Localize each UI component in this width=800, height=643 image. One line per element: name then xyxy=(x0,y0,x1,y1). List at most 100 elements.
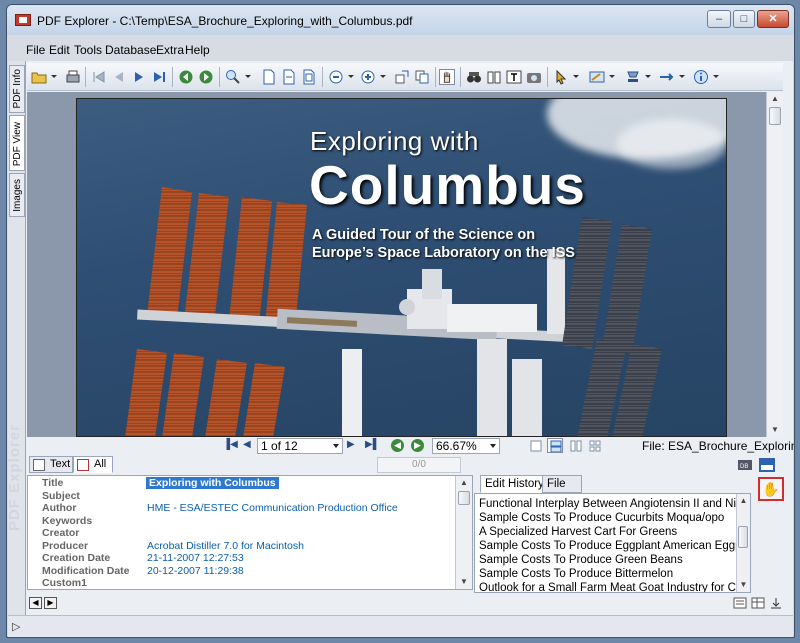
forward-icon[interactable]: ▶ xyxy=(411,439,424,452)
chevron-down-icon[interactable] xyxy=(573,75,579,78)
next-page-icon[interactable]: ▶ xyxy=(347,439,355,450)
prev-page-icon[interactable] xyxy=(111,69,127,85)
viewer-scrollbar[interactable]: ▲ ▼ xyxy=(766,92,783,437)
chevron-down-icon[interactable] xyxy=(609,75,615,78)
list-item[interactable]: Functional Interplay Between Angiotensin… xyxy=(479,497,750,511)
minimize-button[interactable]: – xyxy=(707,10,731,28)
chevron-down-icon[interactable] xyxy=(348,75,354,78)
tab-edit-history[interactable]: Edit History xyxy=(480,475,549,493)
save-db-icon[interactable] xyxy=(758,457,776,473)
next-page-icon[interactable] xyxy=(131,69,147,85)
export-icon[interactable] xyxy=(733,596,747,610)
last-page-icon[interactable]: ▶▌ xyxy=(365,439,380,450)
link-icon[interactable] xyxy=(659,69,675,85)
prev-record-icon[interactable]: ◀ xyxy=(29,597,42,609)
text-select-icon[interactable] xyxy=(506,69,522,85)
first-page-icon[interactable]: ▐◀ xyxy=(223,439,238,450)
download-icon[interactable] xyxy=(769,596,783,610)
list-item[interactable]: Outlook for a Small Farm Meat Goat Indus… xyxy=(479,581,750,592)
chevron-down-icon[interactable] xyxy=(713,75,719,78)
table-icon[interactable] xyxy=(751,596,765,610)
tab-file[interactable]: File xyxy=(542,475,582,493)
info-row-subject[interactable]: Subject xyxy=(28,490,456,502)
pointer-icon[interactable] xyxy=(553,69,569,85)
info-row-custom1[interactable]: Custom1 xyxy=(28,577,456,589)
info-row-keywords[interactable]: Keywords xyxy=(28,515,456,527)
tab-pdf-view[interactable]: PDF View xyxy=(9,115,25,171)
info-icon[interactable] xyxy=(693,69,709,85)
field-value[interactable]: HME - ESA/ESTEC Communication Production… xyxy=(147,502,398,514)
snapshot-icon[interactable] xyxy=(526,69,542,85)
binoculars-icon[interactable] xyxy=(466,69,482,85)
scroll-up-icon[interactable]: ▲ xyxy=(737,494,750,508)
facing-pages-icon[interactable] xyxy=(570,440,582,452)
rotate-icon[interactable] xyxy=(394,69,410,85)
play-icon[interactable]: ▷ xyxy=(12,620,20,633)
maximize-button[interactable]: □ xyxy=(733,10,755,28)
field-value[interactable]: Exploring with Columbus xyxy=(146,477,279,489)
list-item[interactable]: Sample Costs To Produce Green Beans xyxy=(479,553,683,567)
menu-database[interactable]: Database xyxy=(105,43,156,57)
info-scrollbar[interactable]: ▲ ▼ xyxy=(455,476,472,589)
scroll-down-icon[interactable]: ▼ xyxy=(767,423,783,437)
field-value[interactable]: Acrobat Distiller 7.0 for Macintosh xyxy=(147,540,304,552)
scroll-up-icon[interactable]: ▲ xyxy=(767,92,783,106)
single-page-icon[interactable] xyxy=(530,440,542,452)
hand-tool-icon[interactable] xyxy=(439,69,455,85)
info-row-title[interactable]: Title Exploring with Columbus xyxy=(28,477,456,489)
tab-text[interactable]: Text xyxy=(29,456,73,473)
print-icon[interactable] xyxy=(65,69,81,85)
list-item[interactable]: Sample Costs To Produce Bittermelon xyxy=(479,567,673,581)
open-folder-icon[interactable] xyxy=(31,69,47,85)
page-fit-icon[interactable] xyxy=(301,69,317,85)
zoom-out-icon[interactable] xyxy=(328,69,344,85)
tab-pdf-info[interactable]: PDF Info xyxy=(9,65,25,113)
prev-page-icon[interactable]: ◀ xyxy=(243,439,251,450)
list-item[interactable]: Sample Costs To Produce Eggplant America… xyxy=(479,539,750,553)
page-icon[interactable] xyxy=(261,69,277,85)
chevron-down-icon[interactable] xyxy=(245,75,251,78)
chevron-down-icon[interactable] xyxy=(645,75,651,78)
first-page-icon[interactable] xyxy=(91,69,107,85)
scroll-thumb[interactable] xyxy=(458,491,470,505)
back-icon[interactable]: ◀ xyxy=(391,439,404,452)
list-item[interactable]: Sample Costs To Produce Cucurbits Moqua/… xyxy=(479,511,724,525)
chevron-down-icon[interactable] xyxy=(380,75,386,78)
pdf-viewer[interactable]: Exploring with Columbus A Guided Tour of… xyxy=(27,92,783,437)
stamp-icon[interactable] xyxy=(625,69,641,85)
continuous-page-icon[interactable] xyxy=(547,438,563,453)
copy-icon[interactable] xyxy=(414,69,430,85)
page-selector[interactable]: 1 of 12 xyxy=(257,438,343,454)
scroll-down-icon[interactable]: ▼ xyxy=(456,575,472,589)
info-row-creation-date[interactable]: Creation Date 21-11-2007 12:27:53 xyxy=(28,552,456,564)
page-width-icon[interactable] xyxy=(281,69,297,85)
book-icon[interactable] xyxy=(486,69,502,85)
scroll-thumb[interactable] xyxy=(738,526,748,548)
scroll-down-icon[interactable]: ▼ xyxy=(737,578,750,592)
menu-extra[interactable]: Extra xyxy=(156,43,184,57)
menu-help[interactable]: Help xyxy=(185,43,210,57)
back-icon[interactable] xyxy=(178,69,194,85)
edit-icon[interactable] xyxy=(589,69,605,85)
tab-images[interactable]: Images xyxy=(9,173,25,217)
zoom-icon[interactable] xyxy=(225,69,241,85)
menu-tools[interactable]: Tools xyxy=(74,43,102,57)
info-row-producer[interactable]: Producer Acrobat Distiller 7.0 for Macint… xyxy=(28,540,456,552)
chevron-down-icon[interactable] xyxy=(51,75,57,78)
menu-file[interactable]: File xyxy=(26,43,45,57)
field-value[interactable]: 21-11-2007 12:27:53 xyxy=(147,552,244,564)
zoom-selector[interactable]: 66.67% xyxy=(432,438,500,454)
continuous-facing-icon[interactable] xyxy=(589,440,601,452)
field-value[interactable]: 20-12-2007 11:29:38 xyxy=(147,565,244,577)
scroll-thumb[interactable] xyxy=(769,107,781,125)
database-icon[interactable]: DB xyxy=(737,457,753,473)
last-page-icon[interactable] xyxy=(151,69,167,85)
forward-icon[interactable] xyxy=(198,69,214,85)
info-row-author[interactable]: Author HME - ESA/ESTEC Communication Prod… xyxy=(28,502,456,514)
close-button[interactable]: ✕ xyxy=(757,10,789,28)
tab-all[interactable]: All xyxy=(73,456,113,473)
history-scrollbar[interactable]: ▲ ▼ xyxy=(736,494,750,592)
zoom-in-icon[interactable] xyxy=(360,69,376,85)
hand-tool-button[interactable]: ✋ xyxy=(758,477,784,501)
chevron-down-icon[interactable] xyxy=(679,75,685,78)
